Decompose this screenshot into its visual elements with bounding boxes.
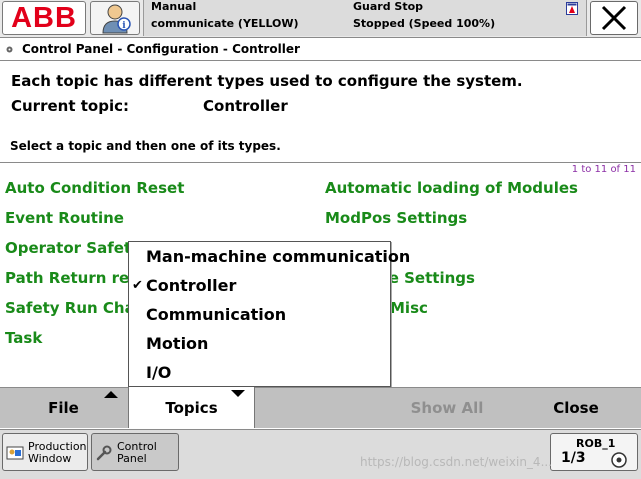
- info-description: Each topic has different types used to c…: [11, 72, 523, 90]
- close-icon: [601, 5, 627, 31]
- abb-menu-button[interactable]: ABB: [2, 1, 86, 35]
- menu-down-arrow-icon: [231, 390, 245, 397]
- user-info-icon: i: [102, 4, 131, 34]
- current-topic-value: Controller: [203, 97, 288, 115]
- event-log-icon[interactable]: [566, 2, 578, 15]
- checkmark-icon: ✔: [132, 278, 143, 293]
- menu-up-arrow-icon: [104, 391, 118, 398]
- production-window-icon: [6, 446, 24, 460]
- topics-button-label: Topics: [165, 398, 218, 417]
- topics-menu-button[interactable]: Topics: [128, 387, 255, 428]
- task-bar: Production Window Control Panel ROB_1 1/…: [0, 429, 641, 479]
- list-counter: 1 to 11 of 11: [571, 164, 636, 175]
- menu-item-label: I/O: [146, 363, 172, 382]
- production-window-label: Production Window: [28, 440, 87, 465]
- type-system-misc[interactable]: Misc: [390, 299, 428, 317]
- type-run-mode-settings[interactable]: de Settings: [378, 269, 475, 287]
- show-all-button[interactable]: Show All: [383, 388, 511, 428]
- quickset-button[interactable]: ROB_1 1/3: [550, 433, 638, 471]
- status-controller-state: communicate (YELLOW): [151, 17, 299, 30]
- info-hint: Select a topic and then one of its types…: [10, 139, 281, 153]
- menu-item-communication[interactable]: Communication: [129, 300, 390, 329]
- svg-text:i: i: [122, 21, 126, 31]
- topics-menu: Man-machine communication ✔ Controller C…: [128, 241, 410, 387]
- current-topic-label: Current topic:: [11, 97, 129, 115]
- menu-item-man-machine-communication[interactable]: Man-machine communication: [129, 242, 410, 271]
- type-event-routine[interactable]: Event Routine: [5, 209, 124, 227]
- status-guard: Guard Stop: [353, 0, 424, 13]
- menu-item-label: Controller: [146, 276, 237, 295]
- quickset-task-count: 1/3: [561, 450, 586, 466]
- watermark-text: https://blog.csdn.net/weixin_4...: [360, 455, 553, 469]
- wrench-icon: [96, 445, 112, 461]
- type-modpos-settings[interactable]: ModPos Settings: [325, 209, 467, 227]
- type-operator-safety[interactable]: Operator Safety: [5, 239, 141, 257]
- user-login-button[interactable]: i: [90, 1, 140, 35]
- control-panel-task[interactable]: Control Panel: [91, 433, 179, 471]
- breadcrumb-text: Control Panel - Configuration - Controll…: [22, 42, 300, 56]
- file-button-label: File: [48, 399, 79, 417]
- command-bar: File Topics Show All Close: [0, 387, 641, 428]
- control-panel-small-icon: [6, 46, 13, 53]
- type-auto-condition-reset[interactable]: Auto Condition Reset: [5, 179, 184, 197]
- control-panel-label: Control Panel: [117, 440, 157, 465]
- info-panel: Each topic has different types used to c…: [0, 62, 641, 163]
- quickset-mechanical-unit: ROB_1: [576, 437, 616, 450]
- menu-item-label: Motion: [146, 334, 209, 353]
- show-all-label: Show All: [410, 399, 484, 417]
- close-button[interactable]: Close: [511, 388, 641, 428]
- robot-jog-icon: [611, 452, 627, 468]
- type-task[interactable]: Task: [5, 329, 42, 347]
- breadcrumb: Control Panel - Configuration - Controll…: [0, 39, 641, 61]
- file-menu-button[interactable]: File: [0, 388, 127, 428]
- menu-item-label: Man-machine communication: [146, 247, 411, 266]
- menu-item-motion[interactable]: Motion: [129, 329, 390, 358]
- top-status-bar: ABB i Manual communicate (YELLOW) Guard …: [0, 0, 641, 38]
- status-operating-mode: Manual: [151, 0, 197, 13]
- close-window-button[interactable]: [590, 1, 638, 35]
- abb-logo: ABB: [11, 1, 77, 34]
- menu-item-controller[interactable]: ✔ Controller: [129, 271, 390, 300]
- close-button-label: Close: [553, 399, 599, 417]
- type-automatic-loading-of-modules[interactable]: Automatic loading of Modules: [325, 179, 578, 197]
- status-panel: Manual communicate (YELLOW) Guard Stop S…: [143, 0, 587, 36]
- status-speed: Stopped (Speed 100%): [353, 17, 496, 30]
- production-window-task[interactable]: Production Window: [2, 433, 88, 471]
- menu-item-label: Communication: [146, 305, 287, 324]
- menu-item-io[interactable]: I/O: [129, 358, 390, 387]
